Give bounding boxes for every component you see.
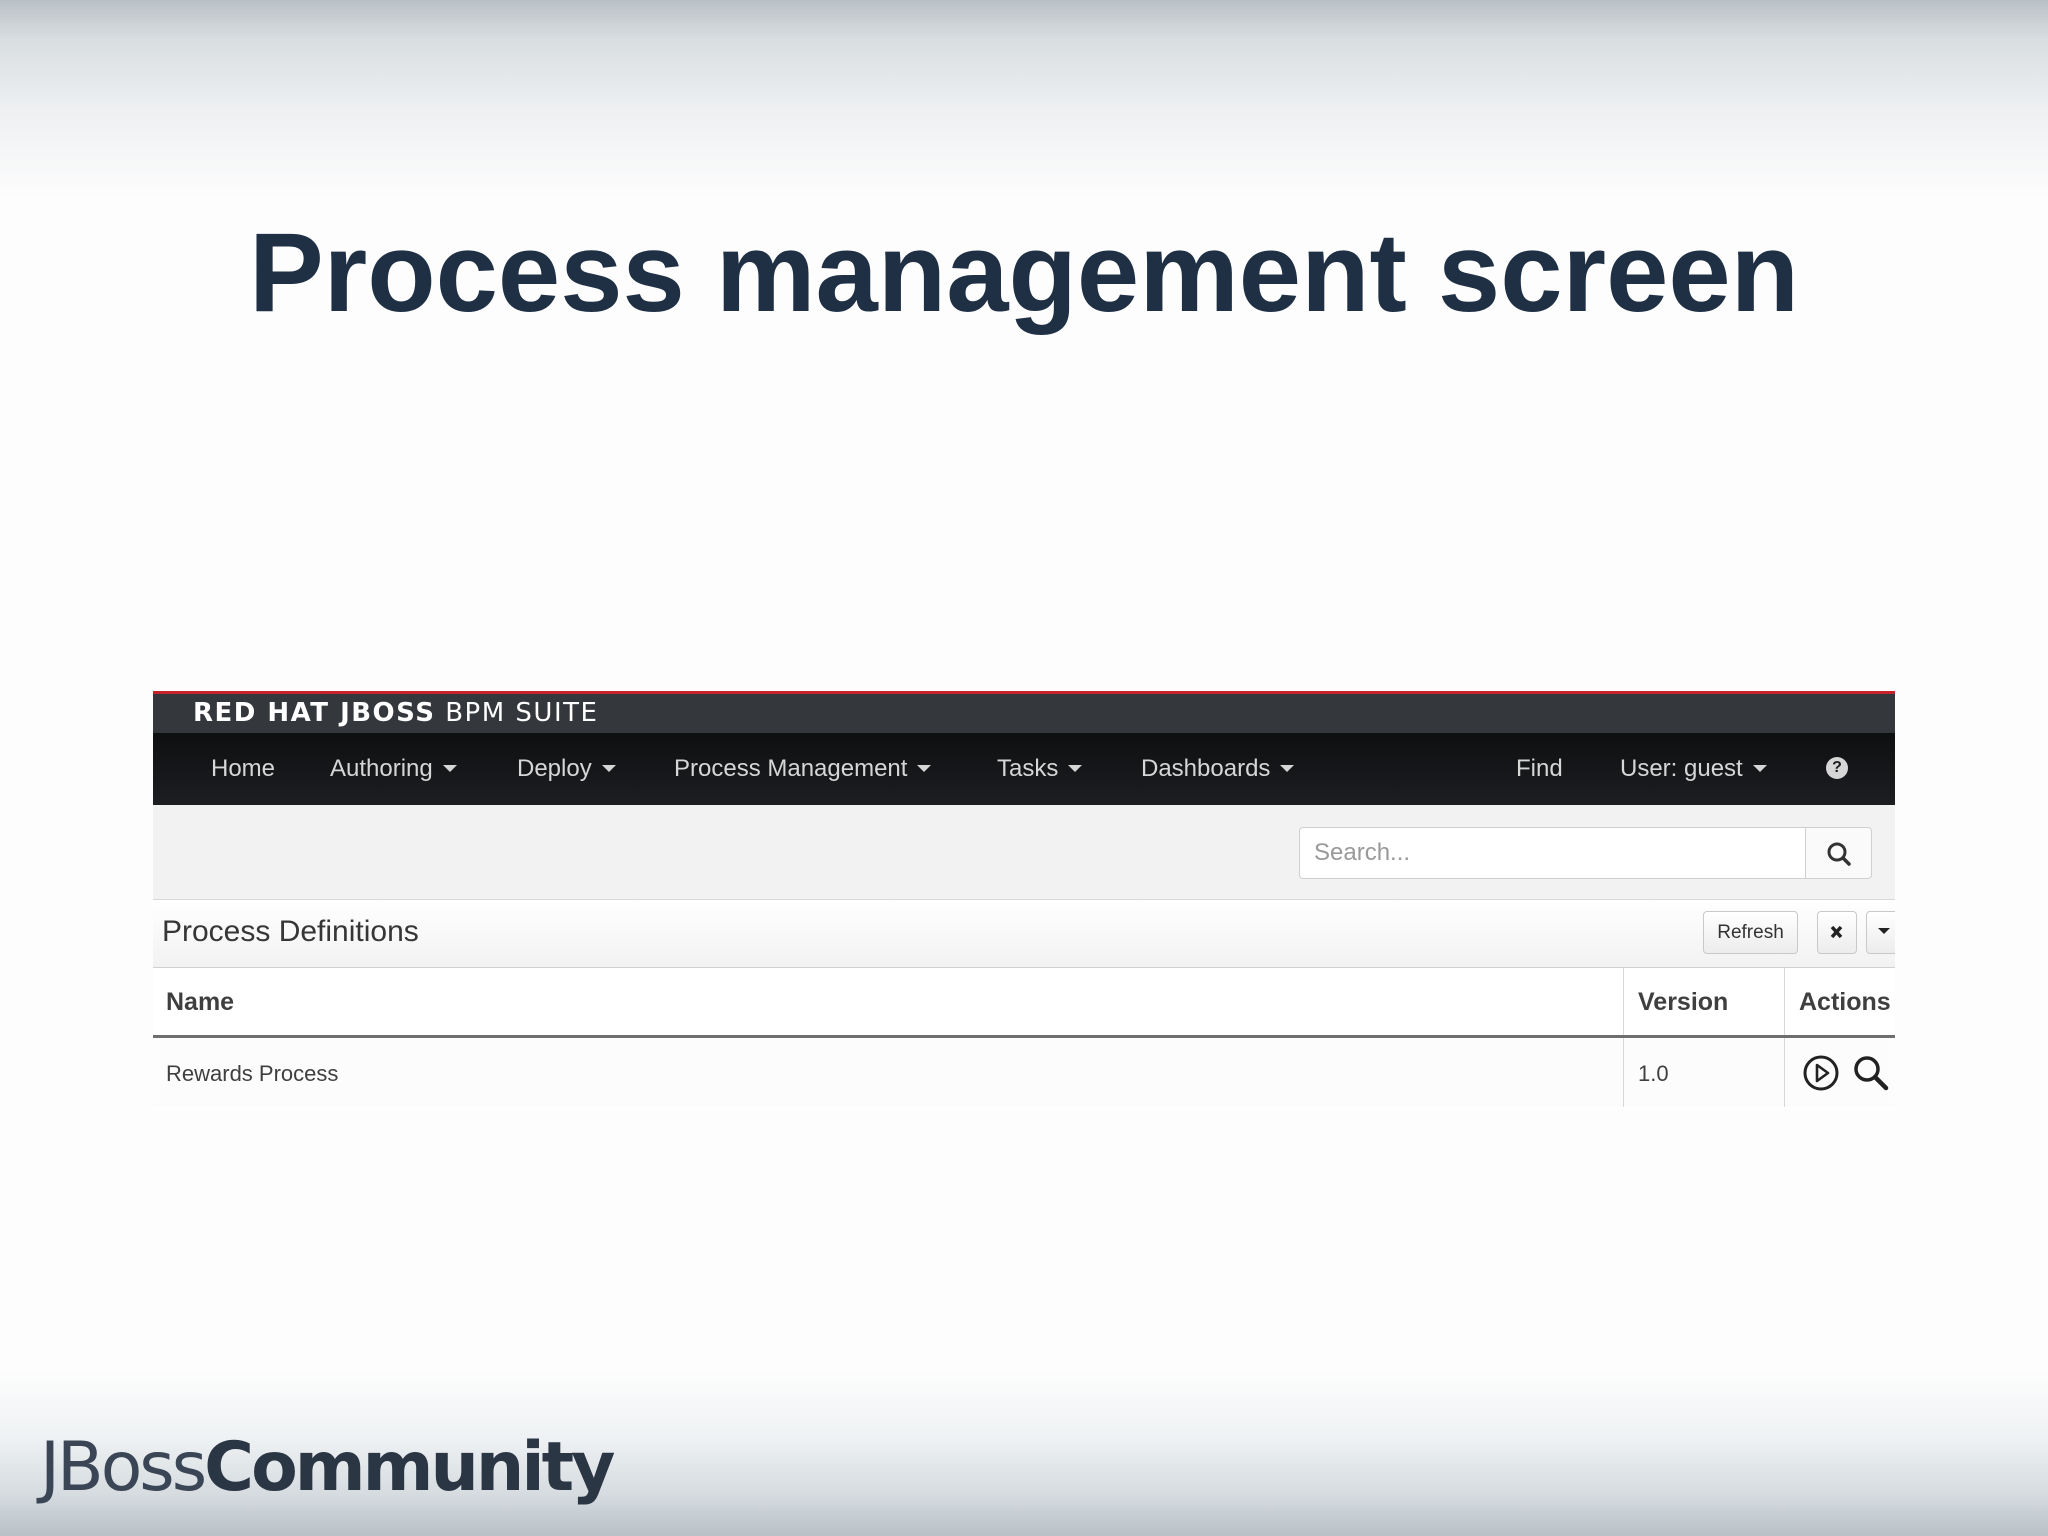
nav-dashboards[interactable]: Dashboards [1141, 733, 1295, 805]
column-header-label: Version [1638, 988, 1729, 1016]
process-version: 1.0 [1638, 1061, 1669, 1086]
caret-down-icon [1280, 764, 1295, 772]
column-header-actions: Actions [1785, 968, 1895, 1035]
nav-deploy[interactable]: Deploy [517, 733, 616, 805]
caret-down-icon [442, 764, 457, 772]
cell-version: 1.0 [1624, 1038, 1784, 1107]
nav-home-label: Home [211, 755, 276, 782]
cell-name: Rewards Process [153, 1038, 1623, 1107]
brand-bar: RED HAT JBOSS BPM SUITE [153, 691, 1895, 733]
logo-text-bold: Community [204, 1428, 615, 1507]
search-icon [1827, 842, 1851, 866]
brand-name-bold: RED HAT JBOSS [193, 698, 436, 728]
search-button[interactable] [1805, 827, 1872, 879]
nav-authoring-label: Authoring [330, 755, 433, 782]
caret-down-icon [1752, 764, 1767, 772]
nav-home[interactable]: Home [211, 733, 275, 805]
caret-down-icon [601, 764, 616, 772]
nav-user-label: User: guest [1620, 755, 1743, 782]
brand-logo: RED HAT JBOSS BPM SUITE [193, 698, 598, 728]
slide-background-top [0, 0, 2048, 200]
nav-tasks-label: Tasks [997, 755, 1059, 782]
cell-actions [1785, 1038, 1895, 1107]
search-icon[interactable] [1850, 1052, 1892, 1094]
panel-title: Process Definitions [162, 915, 419, 948]
table-header: Name Version Actions [153, 968, 1895, 1038]
logo-text-light: JBoss [40, 1428, 207, 1507]
search-input[interactable] [1299, 827, 1805, 879]
nav-user-menu[interactable]: User: guest [1620, 733, 1767, 805]
search-toolbar [153, 805, 1895, 900]
nav-deploy-label: Deploy [517, 755, 592, 782]
process-name: Rewards Process [166, 1061, 339, 1086]
close-icon [1830, 925, 1843, 939]
close-button[interactable] [1817, 911, 1857, 954]
nav-process-management[interactable]: Process Management [674, 733, 932, 805]
main-nav: Home Authoring Deploy Process Management… [153, 733, 1895, 805]
question-circle-icon[interactable]: ? [1826, 757, 1848, 779]
nav-dashboards-label: Dashboards [1141, 755, 1271, 782]
column-options-dropdown[interactable] [1866, 911, 1895, 954]
brand-name-product: BPM SUITE [445, 698, 599, 728]
start-process-icon[interactable] [1802, 1054, 1840, 1092]
column-header-label: Actions [1799, 988, 1891, 1016]
panel-header: Process Definitions Refresh [153, 900, 1895, 968]
column-header-name[interactable]: Name [153, 968, 1623, 1035]
nav-process-management-label: Process Management [674, 755, 908, 782]
refresh-button[interactable]: Refresh [1703, 911, 1798, 954]
column-header-label: Name [166, 988, 235, 1016]
nav-find-label: Find [1516, 755, 1563, 782]
nav-tasks[interactable]: Tasks [997, 733, 1083, 805]
slide-title: Process management screen [248, 210, 1800, 335]
caret-down-icon [1878, 928, 1890, 934]
jboss-community-logo: JBossCommunity [40, 1428, 615, 1507]
app-screenshot: RED HAT JBOSS BPM SUITE Home Authoring D… [153, 691, 1895, 1108]
nav-authoring[interactable]: Authoring [330, 733, 457, 805]
caret-down-icon [1068, 764, 1083, 772]
column-header-version[interactable]: Version [1624, 968, 1784, 1035]
nav-find[interactable]: Find [1516, 733, 1563, 805]
table-row[interactable]: Rewards Process 1.0 [153, 1038, 1895, 1107]
caret-down-icon [917, 764, 932, 772]
